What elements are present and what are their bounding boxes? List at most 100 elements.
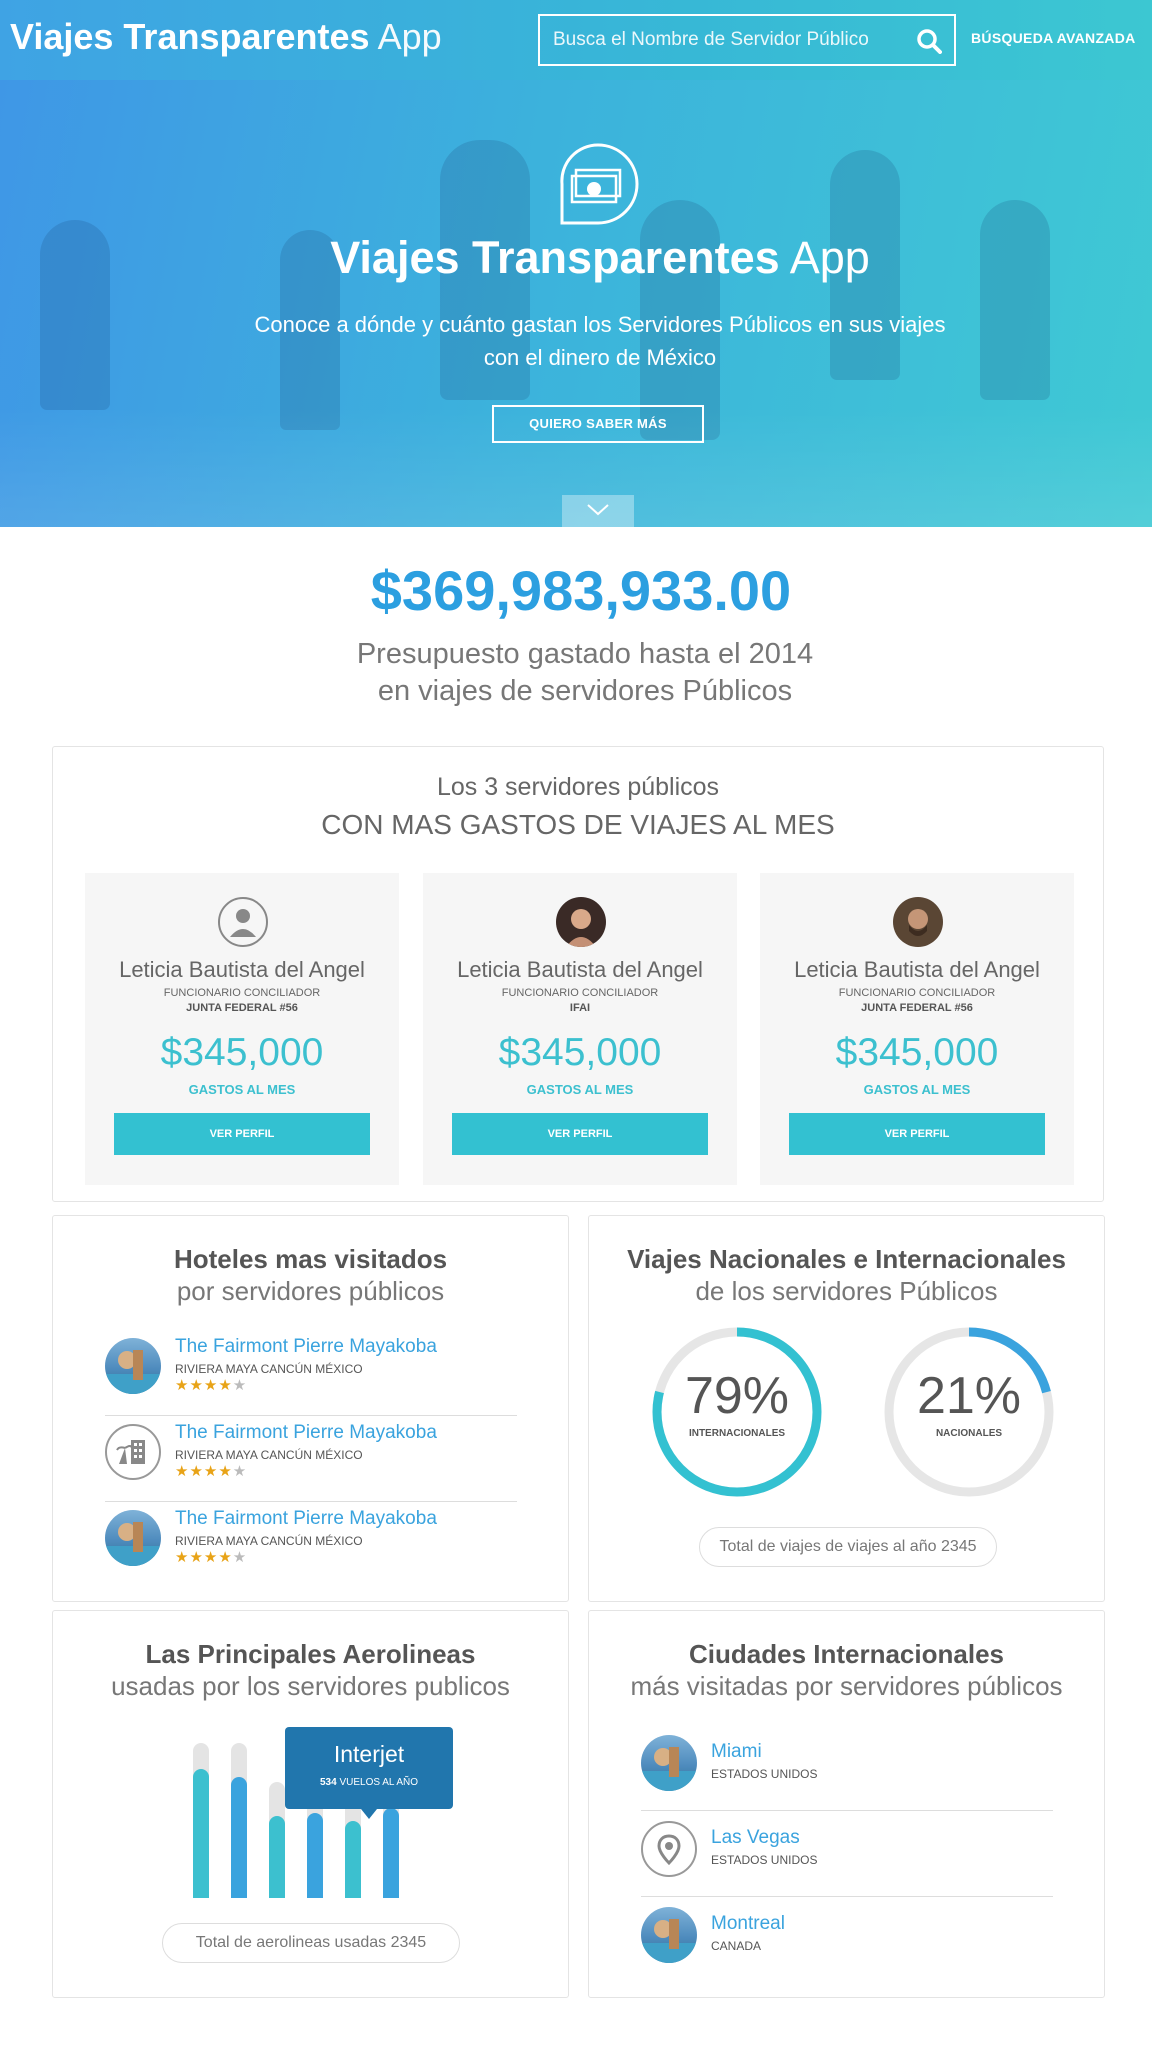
- airline-bar-fill: [345, 1820, 361, 1898]
- view-profile-button[interactable]: VER PERFIL: [789, 1113, 1045, 1155]
- airlines-subtitle: usadas por los servidores publicos: [111, 1671, 510, 1701]
- learn-more-button[interactable]: QUIERO SABER MÁS: [492, 405, 704, 443]
- list-item[interactable]: Montreal CANADA: [641, 1897, 1053, 1983]
- spender-role: FUNCIONARIO CONCILIADOR: [838, 987, 996, 999]
- cities-title: Ciudades Internacionales: [689, 1639, 1004, 1669]
- view-profile-button[interactable]: VER PERFIL: [452, 1113, 708, 1155]
- international-percent: 79%: [684, 1367, 790, 1425]
- hotel-name: The Fairmont Pierre Mayakoba: [175, 1422, 437, 1443]
- hotel-name: The Fairmont Pierre Mayakoba: [175, 1508, 437, 1529]
- tooltip-flights: 534 VUELOS AL AÑO: [319, 1777, 419, 1788]
- list-item[interactable]: Miami ESTADOS UNIDOS: [641, 1725, 1053, 1811]
- international-label: INTERNACIONALES: [688, 1428, 786, 1439]
- international-donut: 79% INTERNACIONALES: [649, 1324, 825, 1500]
- view-profile-button[interactable]: VER PERFIL: [114, 1113, 370, 1155]
- hotel-name: The Fairmont Pierre Mayakoba: [175, 1336, 437, 1357]
- national-percent: 21%: [916, 1367, 1022, 1425]
- trips-total: Total de viajes de viajes al año 2345: [699, 1527, 997, 1567]
- spender-amount-label: GASTOS AL MES: [526, 1082, 634, 1097]
- spender-org: IFAI: [569, 1002, 591, 1014]
- travel-money-icon: [560, 143, 639, 225]
- tooltip-airline-name: Interjet: [333, 1741, 405, 1767]
- user-photo-icon: [566, 909, 596, 947]
- map-pin-icon: [657, 1834, 681, 1866]
- spender-amount-label: GASTOS AL MES: [188, 1082, 296, 1097]
- cities-card: Ciudades Internacionales más visitadas p…: [588, 1610, 1105, 1998]
- airlines-total: Total de aerolineas usadas 2345: [162, 1923, 460, 1963]
- spender-name: Leticia Bautista del Angel: [794, 957, 1040, 982]
- scroll-down-button[interactable]: [562, 495, 634, 527]
- city-photo: [641, 1735, 697, 1791]
- spender-card: Leticia Bautista del Angel FUNCIONARIO C…: [423, 873, 737, 1185]
- hotels-title: Hoteles mas visitados: [173, 1244, 448, 1274]
- trips-subtitle: de los servidores Públicos: [695, 1276, 998, 1306]
- hotels-card: Hoteles mas visitados por servidores púb…: [52, 1215, 569, 1602]
- national-donut: 21% NACIONALES: [881, 1324, 1057, 1500]
- spender-amount: $345,000: [498, 1031, 662, 1074]
- avatar: [556, 897, 606, 947]
- hotels-subtitle: por servidores públicos: [176, 1276, 445, 1306]
- airline-bar[interactable]: [193, 1743, 209, 1898]
- spender-card: Leticia Bautista del Angel FUNCIONARIO C…: [760, 873, 1074, 1185]
- advanced-search-link[interactable]: BÚSQUEDA AVANZADA: [971, 30, 1136, 46]
- hotel-building-icon: [116, 1440, 145, 1464]
- top-bar: Viajes Transparentes App Busca el Nombre…: [0, 0, 1152, 80]
- pool-photo-icon: [105, 1350, 161, 1394]
- hotel-photo: [105, 1424, 161, 1480]
- trips-card: Viajes Nacionales e Internacionales de l…: [588, 1215, 1105, 1602]
- city-name: Montreal: [711, 1913, 785, 1934]
- airlines-card: Las Principales Aerolineas usadas por lo…: [52, 1610, 569, 1998]
- airlines-title: Las Principales Aerolineas: [145, 1639, 476, 1669]
- airline-bar-fill: [307, 1812, 323, 1898]
- avatar: [893, 897, 943, 947]
- city-name: Miami: [711, 1741, 762, 1762]
- hotel-rating: ★★★★★: [175, 1463, 248, 1480]
- search-placeholder: Busca el Nombre de Servidor Público: [553, 29, 869, 50]
- hotel-photo: [105, 1338, 161, 1394]
- city-photo: [641, 1907, 697, 1963]
- city-photo: [641, 1821, 697, 1877]
- city-country: ESTADOS UNIDOS: [711, 1767, 818, 1781]
- airline-bar[interactable]: [231, 1743, 247, 1898]
- user-placeholder-icon: [230, 909, 256, 937]
- hotel-location: RIVIERA MAYA CANCÚN MÉXICO: [175, 1448, 363, 1462]
- airline-bar[interactable]: [269, 1781, 285, 1898]
- hotel-rating: ★★★★★: [175, 1549, 248, 1566]
- chart-tooltip: Interjet 534 VUELOS AL AÑO: [285, 1727, 453, 1819]
- spender-name: Leticia Bautista del Angel: [457, 957, 703, 982]
- hotel-photo: [105, 1510, 161, 1566]
- search-icon[interactable]: [916, 28, 942, 54]
- spender-card: Leticia Bautista del Angel FUNCIONARIO C…: [85, 873, 399, 1185]
- search-input[interactable]: Busca el Nombre de Servidor Público: [538, 14, 956, 66]
- spender-role: FUNCIONARIO CONCILIADOR: [163, 987, 321, 999]
- list-item[interactable]: The Fairmont Pierre Mayakoba RIVIERA MAY…: [105, 1330, 517, 1416]
- airline-bar-fill: [269, 1815, 285, 1898]
- hotel-location: RIVIERA MAYA CANCÚN MÉXICO: [175, 1362, 363, 1376]
- spender-amount: $345,000: [160, 1031, 324, 1074]
- budget-amount: $369,983,933.00: [370, 559, 792, 622]
- cities-subtitle: más visitadas por servidores públicos: [630, 1671, 1063, 1701]
- city-name: Las Vegas: [711, 1827, 800, 1848]
- pool-photo-icon: [641, 1747, 697, 1791]
- airline-bar-fill: [193, 1769, 209, 1898]
- hotel-location: RIVIERA MAYA CANCÚN MÉXICO: [175, 1534, 363, 1548]
- list-item[interactable]: Las Vegas ESTADOS UNIDOS: [641, 1811, 1053, 1897]
- pool-photo-icon: [641, 1919, 697, 1963]
- list-item[interactable]: The Fairmont Pierre Mayakoba RIVIERA MAY…: [105, 1502, 517, 1588]
- airline-bar-fill: [231, 1777, 247, 1898]
- spender-org: JUNTA FEDERAL #56: [861, 1002, 973, 1014]
- avatar: [218, 897, 268, 947]
- spender-org: JUNTA FEDERAL #56: [186, 1002, 298, 1014]
- top-spenders-card: Los 3 servidores públicos CON MAS GASTOS…: [52, 746, 1104, 1202]
- city-country: ESTADOS UNIDOS: [711, 1853, 818, 1867]
- trips-title: Viajes Nacionales e Internacionales: [627, 1244, 1066, 1274]
- brand-logo[interactable]: Viajes Transparentes App: [10, 16, 442, 58]
- hero-banner: Viajes Transparentes App Conoce a dónde …: [0, 80, 1152, 527]
- airline-bar-fill: [383, 1808, 399, 1898]
- hero-subtitle: Conoce a dónde y cuánto gastan los Servi…: [254, 312, 946, 370]
- chevron-down-icon: [587, 504, 609, 516]
- budget-caption: Presupuesto gastado hasta el 2014 en via…: [356, 638, 814, 707]
- list-item[interactable]: The Fairmont Pierre Mayakoba RIVIERA MAY…: [105, 1416, 517, 1502]
- spender-amount-label: GASTOS AL MES: [863, 1082, 971, 1097]
- pool-photo-icon: [105, 1522, 161, 1566]
